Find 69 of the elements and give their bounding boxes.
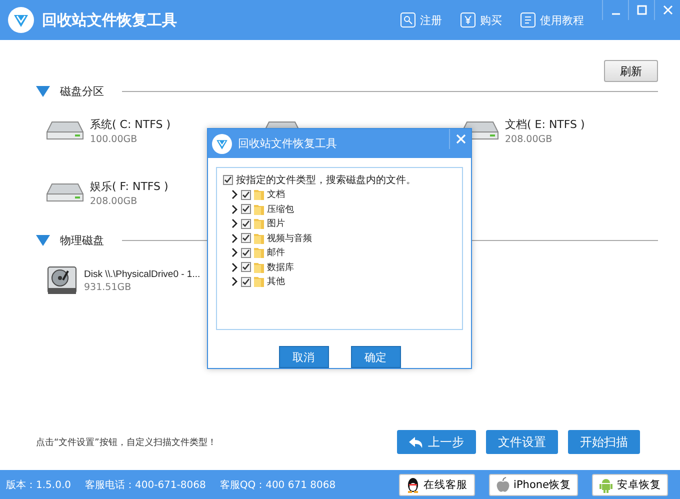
yen-icon <box>460 12 476 28</box>
support-button[interactable]: 在线客服 <box>398 474 475 496</box>
collapse-triangle-icon[interactable] <box>36 86 50 97</box>
tree-label[interactable]: 压缩包 <box>267 202 294 216</box>
chevron-icon[interactable] <box>231 219 238 228</box>
tree-label[interactable]: 其他 <box>267 275 285 288</box>
tree-label[interactable]: 文档 <box>267 188 285 202</box>
folder-icon <box>254 189 264 200</box>
phone-text: 客服电话：400-671-8068 <box>85 478 206 492</box>
section-title: 物理磁盘 <box>60 233 104 248</box>
folder-icon <box>254 262 264 273</box>
hint-text: 点击“文件设置”按钮，自定义扫描文件类型！ <box>36 436 218 448</box>
drive-name[interactable]: 娱乐( F: NTFS ) <box>90 179 168 194</box>
dialog-button[interactable]: 取消 <box>278 346 328 368</box>
minimize-icon <box>610 13 620 15</box>
drive-size: 208.00GB <box>505 134 554 145</box>
folder-icon <box>254 276 264 288</box>
chevron-icon[interactable] <box>231 277 238 286</box>
checkbox[interactable] <box>241 233 251 244</box>
checkbox[interactable] <box>241 248 251 258</box>
folder-icon <box>254 218 264 230</box>
checkbox[interactable] <box>241 276 251 287</box>
logo-icon <box>8 7 34 33</box>
maximize-icon <box>636 5 646 15</box>
support-button[interactable]: 安卓恢复 <box>592 474 668 496</box>
back-arrow-icon <box>409 436 423 448</box>
qq-text: 客服QQ：400 671 8068 <box>220 478 337 492</box>
action-button[interactable]: 开始扫描 <box>568 430 640 454</box>
chevron-icon[interactable] <box>231 248 238 258</box>
dialog-button[interactable]: 确定 <box>350 346 400 368</box>
tree-label: 按指定的文件类型，搜索磁盘内的文件。 <box>236 174 416 188</box>
dialog-logo-icon <box>212 134 232 154</box>
collapse-triangle-icon[interactable] <box>36 235 50 246</box>
chevron-icon[interactable] <box>231 204 238 214</box>
tree-label[interactable]: 数据库 <box>267 260 294 274</box>
checkbox[interactable] <box>241 218 251 229</box>
folder-icon <box>254 204 264 215</box>
action-button[interactable]: 上一步 <box>397 430 476 454</box>
penguin-icon <box>406 476 420 492</box>
close-icon <box>456 134 466 144</box>
drive-size: 208.00GB <box>90 196 138 207</box>
apple-icon <box>496 476 510 492</box>
drive-size: 100.00GB <box>90 134 138 145</box>
chevron-icon[interactable] <box>231 262 238 272</box>
android-icon <box>599 476 613 492</box>
tree-label[interactable]: 邮件 <box>267 246 285 260</box>
drive-name[interactable]: 文档( E: NTFS ) <box>505 117 585 132</box>
version-text: 版本：1.5.0.0 <box>6 478 71 492</box>
chevron-icon[interactable] <box>231 190 238 200</box>
window-title: 回收站文件恢复工具 <box>42 10 178 30</box>
tree-label[interactable]: 图片 <box>267 217 285 230</box>
close-icon <box>662 5 672 15</box>
support-button[interactable]: iPhone恢复 <box>488 474 578 496</box>
chevron-icon[interactable] <box>231 234 238 243</box>
checkbox[interactable] <box>241 204 251 214</box>
refresh-button[interactable]: 刷新 <box>604 60 658 82</box>
checkbox[interactable] <box>241 190 251 200</box>
drive-name[interactable]: Disk \\.\PhysicalDrive0 - 1... <box>84 269 200 280</box>
drive-size: 931.51GB <box>84 282 132 293</box>
drive-name[interactable]: 系统( C: NTFS ) <box>90 117 171 132</box>
tree-label[interactable]: 视频与音频 <box>267 232 312 245</box>
document-icon <box>520 12 536 28</box>
dialog-title: 回收站文件恢复工具 <box>238 136 338 152</box>
action-button[interactable]: 文件设置 <box>486 430 558 454</box>
folder-icon <box>254 232 264 244</box>
section-title: 磁盘分区 <box>60 84 104 99</box>
folder-icon <box>254 247 264 258</box>
checkbox[interactable] <box>223 175 233 186</box>
checkbox[interactable] <box>241 262 251 272</box>
